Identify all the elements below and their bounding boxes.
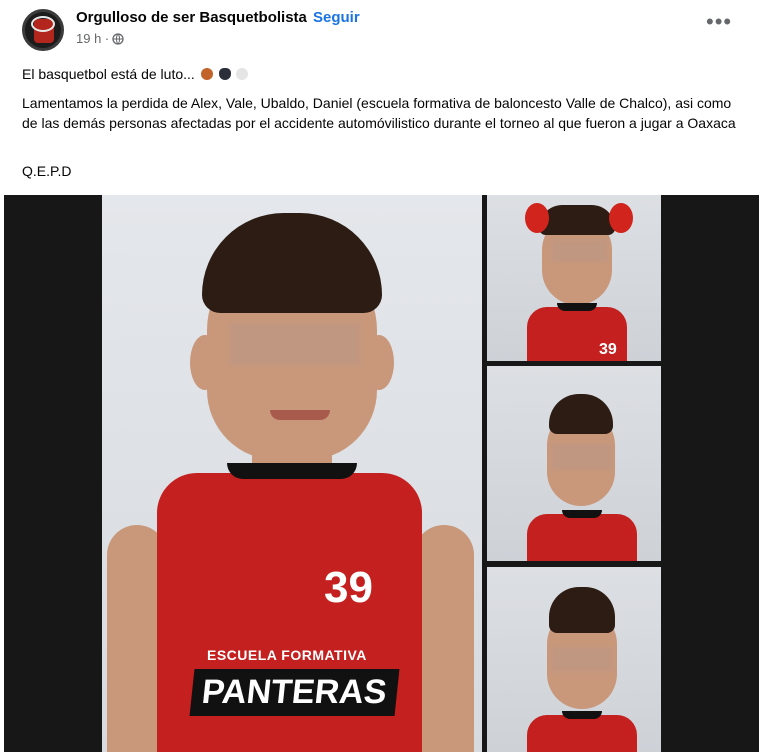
thumb3-jersey xyxy=(527,715,637,752)
face-blur xyxy=(230,323,360,365)
thumb1-bow-left xyxy=(525,203,549,233)
jersey-brand-main: PANTERAS xyxy=(189,669,399,716)
black-heart-emoji xyxy=(218,68,231,80)
thumb2-jersey xyxy=(527,514,637,561)
facebook-post: Orgulloso de ser Basquetbolista · Seguir… xyxy=(0,0,768,752)
ear-right xyxy=(364,335,394,390)
post-photo-collage[interactable]: 39 ESCUELA FORMATIVA PANTERAS 39 xyxy=(4,195,759,752)
ear-left xyxy=(190,335,220,390)
page-avatar[interactable] xyxy=(22,9,64,51)
thumb1-bow-right xyxy=(609,203,633,233)
more-options-icon[interactable]: ••• xyxy=(706,11,734,40)
main-photo[interactable]: 39 ESCUELA FORMATIVA PANTERAS xyxy=(102,195,482,752)
post-meta: 19 h · xyxy=(76,31,124,46)
jersey-team-main: ESCUELA FORMATIVA xyxy=(207,647,367,663)
avatar-ring xyxy=(31,16,55,32)
post-text-line1: El basquetbol está de luto... xyxy=(22,64,249,84)
separator-dot: · xyxy=(303,9,308,26)
thumb2-collar xyxy=(562,510,602,518)
arm-right xyxy=(414,525,474,752)
globe-icon xyxy=(112,32,124,45)
thumb2-hair xyxy=(549,394,613,434)
thumb1-jersey-number: 39 xyxy=(599,341,617,358)
post-timestamp[interactable]: 19 h · xyxy=(76,31,109,46)
thumbnail-photo-1[interactable]: 39 xyxy=(487,195,661,361)
post-text-qepd: Q.E.P.D xyxy=(22,163,72,179)
post-text-body: Lamentamos la perdida de Alex, Vale, Uba… xyxy=(22,95,736,131)
hair xyxy=(202,213,382,313)
thumb3-hair xyxy=(549,587,615,633)
dove-emoji xyxy=(236,68,249,80)
post-text-intro: El basquetbol está de luto... xyxy=(22,66,195,82)
follow-button[interactable]: Seguir xyxy=(313,9,360,26)
thumb1-face-blur xyxy=(552,240,608,262)
thumb1-hair xyxy=(539,205,615,235)
thumbnail-photo-3[interactable] xyxy=(487,567,661,752)
post-header: Orgulloso de ser Basquetbolista · Seguir… xyxy=(0,0,768,60)
thumb3-collar xyxy=(562,711,602,719)
smile xyxy=(270,410,330,420)
basketball-emoji xyxy=(200,68,213,80)
jersey-number-main: 39 xyxy=(324,563,373,612)
thumb1-collar xyxy=(557,303,597,311)
jersey-collar xyxy=(227,463,357,479)
thumb3-face-blur xyxy=(552,647,612,671)
page-name-link[interactable]: Orgulloso de ser Basquetbolista xyxy=(76,9,307,26)
thumbnail-photo-2[interactable] xyxy=(487,366,661,561)
thumb2-face-blur xyxy=(552,444,612,470)
